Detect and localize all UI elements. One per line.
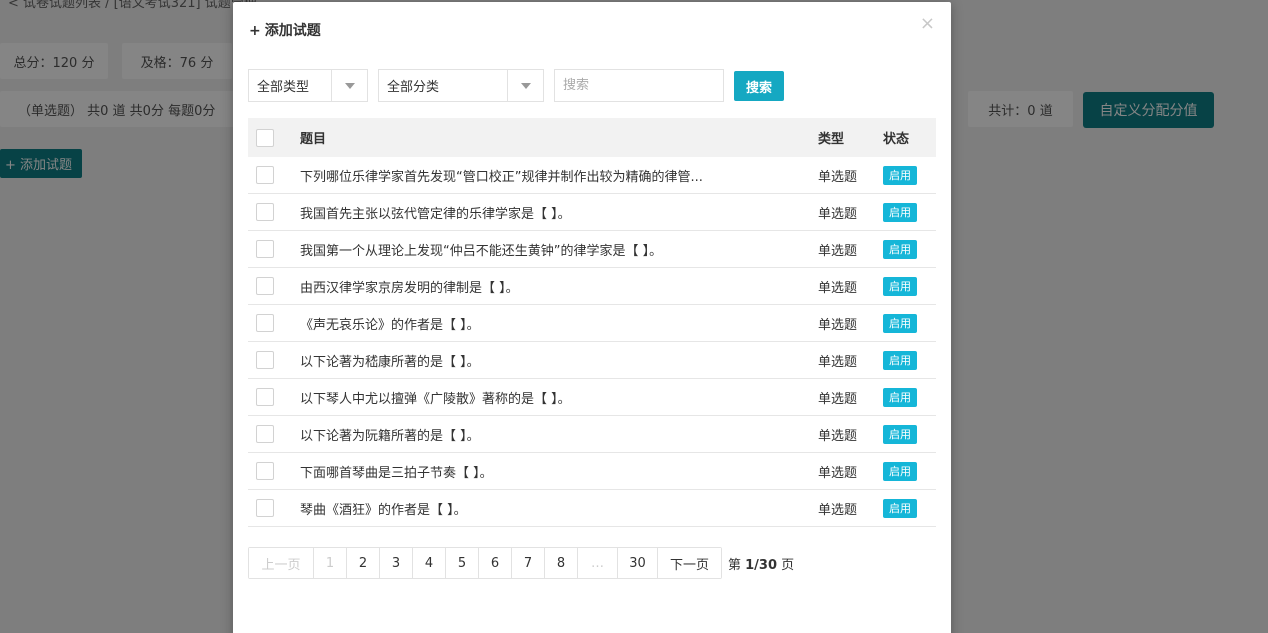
- row-checkbox[interactable]: [256, 499, 274, 517]
- question-type: 单选题: [818, 354, 858, 370]
- prev-page-button[interactable]: 上一页: [249, 548, 313, 578]
- type-select[interactable]: 全部类型: [248, 69, 368, 102]
- status-badge: 启用: [883, 387, 917, 407]
- table-row[interactable]: 由西汉律学家京房发明的律制是【 】。 单选题 启用: [248, 268, 936, 305]
- row-checkbox[interactable]: [256, 203, 274, 221]
- status-badge: 启用: [883, 313, 917, 333]
- question-text: 由西汉律学家京房发明的律制是【 】。: [300, 280, 519, 296]
- page-button-7[interactable]: 7: [511, 548, 544, 578]
- plus-icon: +: [249, 23, 261, 39]
- add-question-modal: +添加试题 × 全部类型 全部分类 搜索 题目 类型 状态 下列哪位乐律学家首先…: [233, 2, 951, 633]
- category-select-value: 全部分类: [387, 80, 440, 95]
- select-all-checkbox[interactable]: [256, 128, 274, 147]
- question-type: 单选题: [818, 206, 858, 222]
- row-checkbox[interactable]: [256, 166, 274, 184]
- question-type: 单选题: [818, 391, 858, 407]
- table-row[interactable]: 下列哪位乐律学家首先发现“管口校正”规律并制作出较为精确的律管... 单选题 启…: [248, 157, 936, 194]
- table-row[interactable]: 下面哪首琴曲是三拍子节奏【 】。 单选题 启用: [248, 453, 936, 490]
- table-row[interactable]: 以下论著为阮籍所著的是【 】。 单选题 启用: [248, 416, 936, 453]
- table-row[interactable]: 琴曲《酒狂》的作者是【 】。 单选题 启用: [248, 490, 936, 527]
- question-text: 以下论著为阮籍所著的是【 】。: [300, 428, 480, 444]
- status-badge: 启用: [883, 461, 917, 481]
- modal-title: + 添加试题: [249, 20, 321, 40]
- page-button-3[interactable]: 3: [379, 548, 412, 578]
- page-button-8[interactable]: 8: [544, 548, 577, 578]
- filter-bar: 全部类型 全部分类 搜索: [248, 69, 938, 102]
- row-checkbox[interactable]: [256, 425, 274, 443]
- question-text: 我国第一个从理论上发现“仲吕不能还生黄钟”的律学家是【 】。: [300, 243, 663, 259]
- table-row[interactable]: 《声无哀乐论》的作者是【 】。 单选题 启用: [248, 305, 936, 342]
- header-status: 状态: [883, 132, 910, 147]
- table-row[interactable]: 以下论著为嵇康所著的是【 】。 单选题 启用: [248, 342, 936, 379]
- question-table: 题目 类型 状态 下列哪位乐律学家首先发现“管口校正”规律并制作出较为精确的律管…: [248, 118, 936, 527]
- status-badge: 启用: [883, 498, 917, 518]
- table-row[interactable]: 我国首先主张以弦代管定律的乐律学家是【 】。 单选题 启用: [248, 194, 936, 231]
- question-text: 以下琴人中尤以擅弹《广陵散》著称的是【 】。: [300, 391, 571, 407]
- page-info-prefix: 第: [728, 557, 746, 573]
- modal-title-text: 添加试题: [264, 23, 321, 39]
- page-button-30[interactable]: 30: [617, 548, 657, 578]
- search-button[interactable]: 搜索: [734, 71, 784, 101]
- chevron-down-icon: [507, 70, 543, 101]
- category-select[interactable]: 全部分类: [378, 69, 544, 102]
- page-button-4[interactable]: 4: [412, 548, 445, 578]
- question-text: 以下论著为嵇康所著的是【 】。: [300, 354, 480, 370]
- page-button-6[interactable]: 6: [478, 548, 511, 578]
- status-badge: 启用: [883, 202, 917, 222]
- row-checkbox[interactable]: [256, 388, 274, 406]
- page-button-5[interactable]: 5: [445, 548, 478, 578]
- header-question: 题目: [300, 132, 327, 147]
- question-type: 单选题: [818, 243, 858, 259]
- question-text: 下列哪位乐律学家首先发现“管口校正”规律并制作出较为精确的律管...: [300, 169, 703, 185]
- question-type: 单选题: [818, 169, 858, 185]
- question-type: 单选题: [818, 502, 858, 518]
- row-checkbox[interactable]: [256, 240, 274, 258]
- page-ellipsis: …: [577, 548, 617, 578]
- chevron-down-icon: [331, 70, 367, 101]
- close-icon[interactable]: ×: [920, 15, 935, 33]
- page-info-suffix: 页: [777, 557, 795, 573]
- question-text: 下面哪首琴曲是三拍子节奏【 】。: [300, 465, 493, 481]
- status-badge: 启用: [883, 165, 917, 185]
- question-text: 琴曲《酒狂》的作者是【 】。: [300, 502, 467, 518]
- row-checkbox[interactable]: [256, 314, 274, 332]
- pagination: 上一页 1 2 3 4 5 6 7 8 … 30 下一页 第 1/30 页: [248, 547, 794, 579]
- row-checkbox[interactable]: [256, 277, 274, 295]
- page-buttons: 上一页 1 2 3 4 5 6 7 8 … 30 下一页: [248, 547, 722, 579]
- row-checkbox[interactable]: [256, 351, 274, 369]
- question-type: 单选题: [818, 465, 858, 481]
- question-type: 单选题: [818, 428, 858, 444]
- page-info-current: 1/30: [745, 557, 778, 573]
- table-row[interactable]: 我国第一个从理论上发现“仲吕不能还生黄钟”的律学家是【 】。 单选题 启用: [248, 231, 936, 268]
- table-header: 题目 类型 状态: [248, 118, 936, 157]
- row-checkbox[interactable]: [256, 462, 274, 480]
- page-button-1[interactable]: 1: [313, 548, 346, 578]
- header-type: 类型: [818, 132, 845, 147]
- question-text: 《声无哀乐论》的作者是【 】。: [300, 317, 480, 333]
- status-badge: 启用: [883, 276, 917, 296]
- question-type: 单选题: [818, 280, 858, 296]
- question-text: 我国首先主张以弦代管定律的乐律学家是【 】。: [300, 206, 571, 222]
- type-select-value: 全部类型: [257, 80, 310, 95]
- page-button-2[interactable]: 2: [346, 548, 379, 578]
- status-badge: 启用: [883, 424, 917, 444]
- search-input[interactable]: [554, 69, 724, 102]
- status-badge: 启用: [883, 350, 917, 370]
- next-page-button[interactable]: 下一页: [657, 548, 721, 578]
- table-row[interactable]: 以下琴人中尤以擅弹《广陵散》著称的是【 】。 单选题 启用: [248, 379, 936, 416]
- status-badge: 启用: [883, 239, 917, 259]
- page-info: 第 1/30 页: [728, 554, 794, 573]
- question-type: 单选题: [818, 317, 858, 333]
